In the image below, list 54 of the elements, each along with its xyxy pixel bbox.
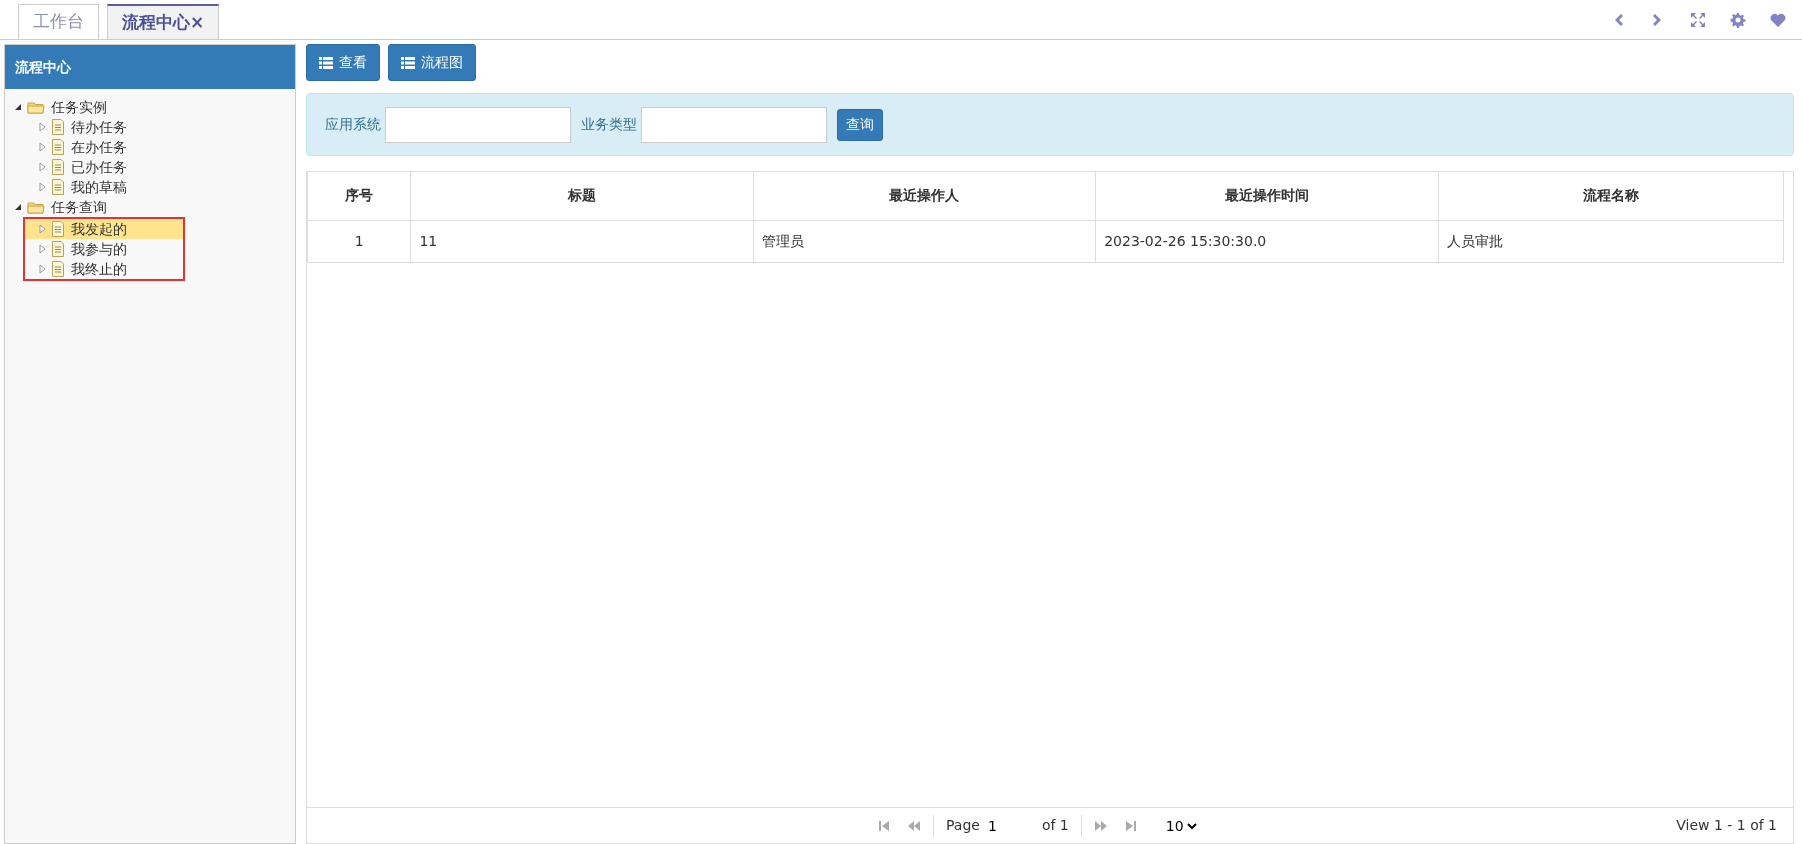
record-count: View 1 - 1 of 1 [1676,816,1777,835]
folder-icon [27,200,45,214]
tab[interactable]: 流程中心× [107,4,220,39]
expand-icon[interactable] [1690,11,1706,28]
column-header: 序号 [307,172,411,220]
page-field[interactable]: 1 [985,814,1026,837]
table-cell: 1 [307,220,411,262]
table-cell: 11 [410,220,754,262]
table-cell: 2023-02-26 15:30:30.0 [1095,220,1439,262]
field-label: 业务类型 [581,115,637,134]
list-icon [319,55,333,70]
file-icon [51,261,65,277]
file-icon [51,241,65,257]
folder-icon [27,100,45,114]
list-icon [401,55,415,70]
search-button[interactable]: 查询 [837,108,883,141]
field-label: 应用系统 [325,115,381,134]
tree-item[interactable]: 已办任务 [69,156,129,178]
collapse-toggle-icon[interactable] [13,202,23,212]
last-page-icon[interactable] [1123,818,1138,833]
toolbar-button[interactable]: 流程图 [388,44,476,81]
file-icon [51,119,65,135]
panel-title: 流程中心 [5,45,295,89]
page-count: of 1 [1041,816,1069,835]
file-icon [51,221,65,237]
next-page-icon[interactable] [1093,818,1108,833]
toolbar-button[interactable]: 查看 [306,44,380,81]
tree-item[interactable]: 任务查询 [49,196,109,218]
column-header: 最近操作人 [753,172,1096,220]
input-field[interactable] [641,106,827,143]
tree-item[interactable]: 我发起的 [69,218,129,240]
tree-item[interactable]: 任务实例 [49,96,109,118]
tree-item[interactable]: 在办任务 [69,136,129,158]
file-icon [51,179,65,195]
table-cell: 管理员 [753,220,1096,262]
selected-row[interactable]: 我发起的 [25,219,183,239]
column-header: 流程名称 [1438,172,1784,220]
file-icon [51,139,65,155]
tree-item[interactable]: 我终止的 [69,258,129,280]
page-label: Page [946,816,980,835]
tree-item[interactable]: 我的草稿 [69,176,129,198]
tree-item[interactable]: 我参与的 [69,238,129,260]
collapse-toggle-icon[interactable] [13,102,23,112]
heart-icon[interactable] [1770,11,1786,28]
table-cell: 人员审批 [1438,220,1784,262]
tree-item[interactable]: 待办任务 [69,116,129,138]
file-icon [51,159,65,175]
input-field[interactable] [385,106,571,143]
column-header: 标题 [410,172,754,220]
previous-page-icon[interactable] [907,818,921,833]
first-page-icon[interactable] [877,818,891,833]
column-header: 最近操作时间 [1095,172,1439,220]
page-size-select[interactable]: 10 [1161,816,1200,835]
settings-icon[interactable] [1730,11,1746,28]
